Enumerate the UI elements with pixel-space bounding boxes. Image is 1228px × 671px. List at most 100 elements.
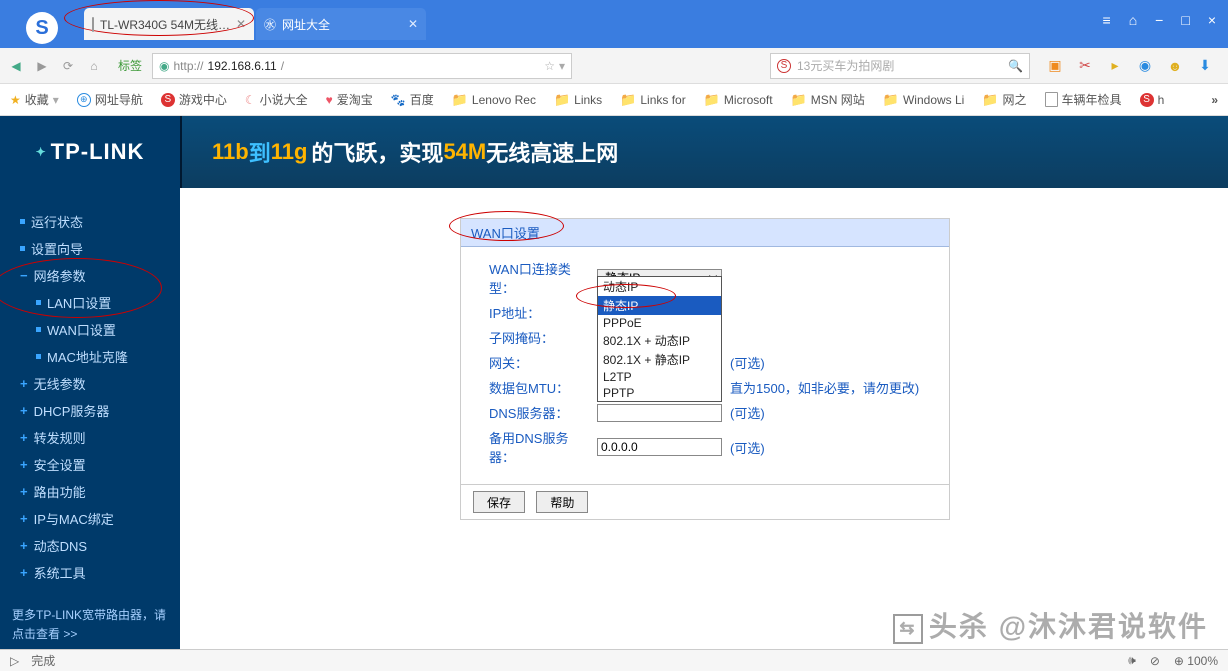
- flag-icon[interactable]: ▸: [1106, 57, 1124, 75]
- panel-title: WAN口设置: [461, 219, 949, 247]
- block-icon[interactable]: ⊘: [1150, 654, 1160, 668]
- zoom-level[interactable]: ⊕ 100%: [1174, 654, 1218, 668]
- bookmark-item[interactable]: 📁Windows Li: [883, 92, 965, 108]
- dropdown-option[interactable]: L2TP: [598, 369, 721, 385]
- menu-group-network: −网络参数 LAN口设置 WAN口设置 MAC地址克隆: [0, 262, 180, 370]
- menu-item-mac[interactable]: MAC地址克隆: [0, 343, 180, 370]
- close-icon[interactable]: ✕: [236, 17, 246, 31]
- app-icon: S: [161, 93, 175, 107]
- search-icon[interactable]: 🔍: [1008, 59, 1023, 73]
- bookmark-item[interactable]: 📁Links: [554, 92, 602, 108]
- bookmarks-bar: ★收藏▾ ⊕网址导航 S游戏中心 ☾小说大全 ♥爱淘宝 🐾百度 📁Lenovo …: [0, 84, 1228, 116]
- menu-item-system[interactable]: +系统工具: [0, 559, 180, 586]
- dns-input[interactable]: [597, 404, 722, 422]
- dns-label: DNS服务器：: [489, 403, 589, 422]
- bookmark-item[interactable]: 📁Links for: [620, 92, 686, 108]
- menu-item-forward[interactable]: +转发规则: [0, 424, 180, 451]
- bookmark-item[interactable]: 📁MSN 网站: [791, 91, 865, 108]
- browser-titlebar: S TL-WR340G 54M无线… ✕ ㊌ 网址大全 ✕ ≡ ⌂ − □ ×: [0, 0, 1228, 48]
- bookmark-item[interactable]: ♥爱淘宝: [326, 91, 373, 108]
- chat-icon[interactable]: ◉: [1136, 57, 1154, 75]
- home-button[interactable]: ⌂: [86, 58, 102, 74]
- menu-item-lan[interactable]: LAN口设置: [0, 289, 180, 316]
- reload-button[interactable]: ⟳: [60, 58, 76, 74]
- dropdown-option[interactable]: 802.1X + 动态IP: [598, 331, 721, 350]
- close-icon[interactable]: ×: [1208, 12, 1216, 28]
- dropdown-option[interactable]: PPPoE: [598, 315, 721, 331]
- bookmark-item[interactable]: Sh: [1140, 93, 1165, 107]
- bookmark-item[interactable]: 车辆年检具: [1045, 91, 1122, 108]
- folder-icon: 📁: [554, 92, 570, 108]
- download-icon[interactable]: ⬇: [1196, 57, 1214, 75]
- mtu-label: 数据包MTU：: [489, 378, 589, 397]
- scissors-icon[interactable]: ✂: [1076, 57, 1094, 75]
- minimize-icon[interactable]: −: [1155, 12, 1163, 28]
- router-banner: 11b到11g的飞跃，实现54M无线高速上网: [180, 116, 1228, 188]
- menu-icon[interactable]: ≡: [1103, 12, 1111, 28]
- tab-title: 网址大全: [282, 16, 330, 33]
- app-icon: S: [1140, 93, 1154, 107]
- bookmark-item[interactable]: ⊕网址导航: [77, 91, 143, 108]
- chevron-down-icon[interactable]: ▾: [559, 59, 565, 73]
- bookmarks-button[interactable]: ★收藏▾: [10, 91, 59, 108]
- bookmark-item[interactable]: ☾小说大全: [245, 91, 308, 108]
- bookmark-item[interactable]: 📁Microsoft: [704, 92, 773, 108]
- sogou-icon: S: [777, 59, 791, 73]
- dns2-label: 备用DNS服务器：: [489, 428, 589, 466]
- menu-item-ipmac[interactable]: +IP与MAC绑定: [0, 505, 180, 532]
- gw-label: 网关：: [489, 353, 589, 372]
- face-icon[interactable]: ☻: [1166, 57, 1184, 75]
- help-button[interactable]: 帮助: [536, 491, 588, 513]
- menu-item-wan[interactable]: WAN口设置: [0, 316, 180, 343]
- browser-logo: S: [0, 8, 84, 48]
- wan-settings-panel: WAN口设置 WAN口连接类型： 静态IP IP地址： 子网掩码： 网关：(可选…: [460, 218, 950, 520]
- menu-item-network[interactable]: −网络参数: [0, 262, 180, 289]
- back-button[interactable]: ◀: [8, 58, 24, 74]
- browser-tab[interactable]: TL-WR340G 54M无线… ✕: [84, 8, 254, 40]
- bookmark-item[interactable]: 📁网之: [982, 91, 1026, 108]
- router-sidebar: ✦TP-LINK 运行状态 设置向导 −网络参数 LAN口设置 WAN口设置 M…: [0, 116, 180, 649]
- bookmark-item[interactable]: S游戏中心: [161, 91, 227, 108]
- dropdown-option[interactable]: PPTP: [598, 385, 721, 401]
- conn-type-dropdown[interactable]: 动态IP 静态IP PPPoE 802.1X + 动态IP 802.1X + 静…: [597, 276, 722, 402]
- moon-icon: ☾: [245, 93, 256, 107]
- star-icon[interactable]: ☆: [544, 59, 555, 73]
- search-input[interactable]: S 13元买车为拍网剧 🔍: [770, 53, 1030, 79]
- maximize-icon[interactable]: □: [1181, 12, 1189, 28]
- router-main: 11b到11g的飞跃，实现54M无线高速上网 WAN口设置 WAN口连接类型： …: [180, 116, 1228, 649]
- forward-button[interactable]: ▶: [34, 58, 50, 74]
- home-icon[interactable]: ⌂: [1129, 12, 1137, 28]
- dns2-input[interactable]: [597, 438, 722, 456]
- page-icon: [92, 17, 94, 32]
- url-input[interactable]: ◉ http://192.168.6.11/ ☆ ▾: [152, 53, 572, 79]
- window-controls: ≡ ⌂ − □ ×: [1103, 8, 1228, 28]
- dropdown-option[interactable]: 静态IP: [598, 296, 721, 315]
- volume-icon[interactable]: 🕪: [1128, 653, 1136, 668]
- dropdown-option[interactable]: 802.1X + 静态IP: [598, 350, 721, 369]
- paw-icon: 🐾: [391, 93, 406, 107]
- panel-footer: 保存 帮助: [461, 484, 949, 519]
- play-icon[interactable]: ▷: [10, 654, 19, 668]
- menu-item-status[interactable]: 运行状态: [0, 208, 180, 235]
- close-icon[interactable]: ✕: [408, 17, 418, 31]
- menu-item-ddns[interactable]: +动态DNS: [0, 532, 180, 559]
- search-placeholder: 13元买车为拍网剧: [797, 57, 894, 74]
- menu-item-wizard[interactable]: 设置向导: [0, 235, 180, 262]
- save-button[interactable]: 保存: [473, 491, 525, 513]
- menu-item-routing[interactable]: +路由功能: [0, 478, 180, 505]
- tool-icon[interactable]: ▣: [1046, 57, 1064, 75]
- menu-item-wireless[interactable]: +无线参数: [0, 370, 180, 397]
- menu-item-dhcp[interactable]: +DHCP服务器: [0, 397, 180, 424]
- conn-type-label: WAN口连接类型：: [489, 259, 589, 297]
- bookmark-item[interactable]: 🐾百度: [391, 91, 434, 108]
- dropdown-option[interactable]: 动态IP: [598, 277, 721, 296]
- browser-tab[interactable]: ㊌ 网址大全 ✕: [256, 8, 426, 40]
- bookmark-item[interactable]: 📁Lenovo Rec: [452, 92, 536, 108]
- page-icon: [1045, 92, 1058, 107]
- folder-icon: 📁: [704, 92, 720, 108]
- bookmarks-overflow[interactable]: »: [1211, 93, 1218, 107]
- menu-item-security[interactable]: +安全设置: [0, 451, 180, 478]
- mask-label: 子网掩码：: [489, 328, 589, 347]
- status-text: 完成: [31, 652, 55, 669]
- ip-label: IP地址：: [489, 303, 589, 322]
